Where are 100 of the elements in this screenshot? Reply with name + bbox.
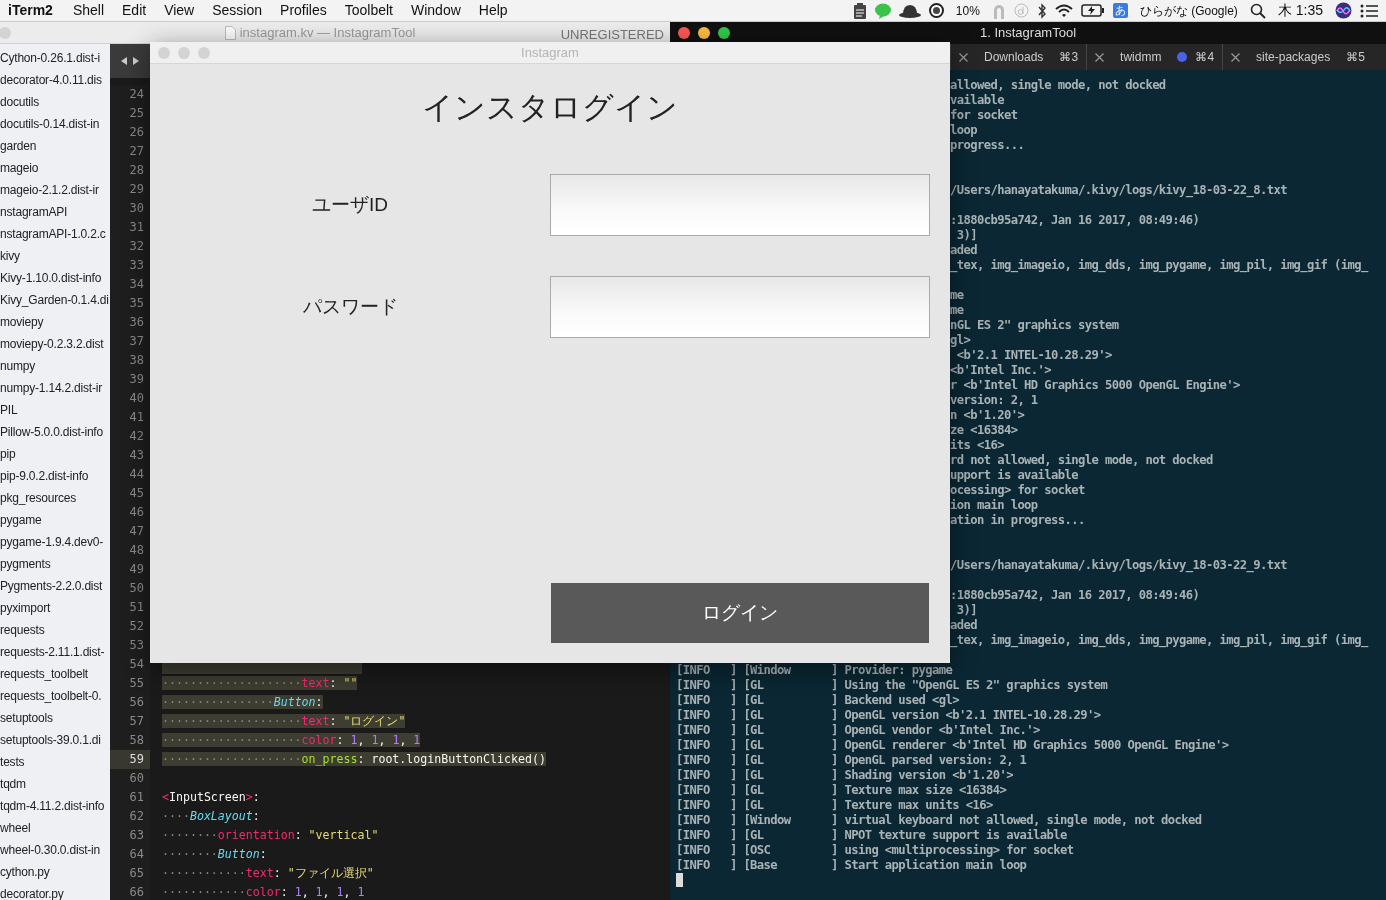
sidebar-item[interactable]: docutils-0.14.dist-in	[0, 113, 110, 135]
sidebar-item[interactable]: docutils	[0, 91, 110, 113]
menu-item[interactable]: Profiles	[271, 0, 336, 21]
sidebar-item[interactable]: setuptools	[0, 707, 110, 729]
hat-icon[interactable]	[898, 3, 921, 18]
search-icon[interactable]	[1249, 2, 1266, 19]
terminal-line: upport is available	[950, 468, 1078, 482]
close-icon[interactable]	[1095, 52, 1105, 62]
terminal-line: aded	[950, 618, 977, 632]
sidebar-item[interactable]: tqdm-4.11.2.dist-info	[0, 795, 110, 817]
sidebar-item[interactable]: requests-2.11.1.dist-	[0, 641, 110, 663]
sidebar-item[interactable]: pygame	[0, 509, 110, 531]
line-number: 56	[110, 693, 150, 712]
line-number: 62	[110, 807, 150, 826]
sidebar-item[interactable]: pip-9.0.2.dist-info	[0, 465, 110, 487]
sidebar-item[interactable]: numpy	[0, 355, 110, 377]
sidebar-item[interactable]: requests	[0, 619, 110, 641]
bluetooth-icon[interactable]	[1036, 2, 1047, 19]
gauge-icon[interactable]	[928, 3, 944, 18]
battery-icon[interactable]	[1080, 4, 1105, 17]
line-number: 49	[110, 560, 150, 579]
terminal-tab[interactable]: site-packages ⌘5	[1222, 44, 1373, 70]
line-number: 51	[110, 598, 150, 617]
terminal-line: [INFO ] [OSC ] using <multiprocessing> for socket	[676, 843, 1074, 857]
text-field[interactable]	[550, 174, 930, 236]
sidebar-item[interactable]: Kivy_Garden-0.1.4.di	[0, 289, 110, 311]
sidebar-item[interactable]: decorator.py	[0, 883, 110, 900]
terminal-tab[interactable]: twidmm ⌘4	[1086, 44, 1223, 70]
line-number: 55	[110, 674, 150, 693]
text-field[interactable]	[550, 276, 930, 338]
sidebar-item[interactable]: nstagramAPI	[0, 201, 110, 223]
text-cursor	[676, 873, 683, 887]
sidebar-item[interactable]: pygments	[0, 553, 110, 575]
sidebar-item[interactable]: pip	[0, 443, 110, 465]
close-button[interactable]	[678, 27, 690, 39]
terminal-line: [INFO ] [GL ] Shading version <b'1.20'>	[676, 768, 1013, 782]
sidebar-item[interactable]: Pillow-5.0.0.dist-info	[0, 421, 110, 443]
input-method-icon[interactable]: あ	[1112, 3, 1128, 18]
terminal-line: aded	[950, 243, 977, 257]
terminal-line: :1880cb95a742, Jan 16 2017, 08:49:46)	[950, 588, 1200, 602]
sidebar-item[interactable]: garden	[0, 135, 110, 157]
list-icon[interactable]	[1360, 3, 1378, 18]
sidebar-item[interactable]: mageio	[0, 157, 110, 179]
sidebar-item[interactable]: PIL	[0, 399, 110, 421]
sidebar-item[interactable]: tests	[0, 751, 110, 773]
login-heading: インスタログイン	[421, 89, 679, 127]
sidebar-item[interactable]: pygame-1.9.4.dev0-	[0, 531, 110, 553]
sidebar-item[interactable]: requests_toolbelt-0.	[0, 685, 110, 707]
cpu-percent: 10%	[954, 2, 981, 20]
sidebar-item[interactable]: Pygments-2.2.0.dist	[0, 575, 110, 597]
terminal-line: version: 2, 1	[950, 393, 1038, 407]
sidebar-item[interactable]: cython.py	[0, 861, 110, 883]
minimize-button[interactable]	[698, 27, 710, 39]
clipboard-icon[interactable]	[852, 2, 867, 19]
menu-item[interactable]: Window	[402, 0, 470, 21]
input-method-label[interactable]: ひらがな (Google)	[1135, 1, 1242, 20]
sidebar-item[interactable]: setuptools-39.0.1.di	[0, 729, 110, 751]
sidebar-item[interactable]: pyximport	[0, 597, 110, 619]
sidebar-item[interactable]: numpy-1.14.2.dist-ir	[0, 377, 110, 399]
menu-item[interactable]: Session	[203, 0, 272, 21]
line-number: 28	[110, 161, 150, 180]
terminal-line: [INFO ] [Window ] Provider: pygame	[676, 663, 953, 677]
menu-item[interactable]: Toolbelt	[335, 0, 402, 21]
line-number: 45	[110, 484, 150, 503]
close-icon[interactable]	[1231, 52, 1241, 62]
siri-icon[interactable]	[1335, 2, 1352, 19]
login-button[interactable]: ログイン	[551, 583, 929, 643]
app-menu[interactable]: iTerm2	[8, 0, 64, 21]
sidebar-item[interactable]: wheel	[0, 817, 110, 839]
sidebar-item[interactable]: decorator-4.0.11.dis	[0, 69, 110, 91]
sidebar-item[interactable]: moviepy	[0, 311, 110, 333]
sidebar-item[interactable]: Kivy-1.10.0.dist-info	[0, 267, 110, 289]
terminal-line: [INFO ] [GL ] OpenGL vendor <b'Intel Inc.'>	[676, 723, 1040, 737]
close-icon[interactable]	[959, 52, 968, 62]
sidebar-toggle-button[interactable]	[110, 44, 150, 78]
sidebar-item[interactable]: mageio-2.1.2.dist-ir	[0, 179, 110, 201]
menu-item[interactable]: Edit	[113, 0, 156, 21]
sidebar-item[interactable]: nstagramAPI-1.0.2.c	[0, 223, 110, 245]
sidebar-item[interactable]: requests_toolbelt	[0, 663, 110, 685]
line-number: 27	[110, 142, 150, 161]
menu-item[interactable]: View	[155, 0, 204, 21]
sidebar-item[interactable]: Cython-0.26.1.dist-i	[0, 47, 110, 69]
wifi-icon[interactable]	[1054, 3, 1073, 18]
terminal-line: 3)]	[955, 603, 977, 617]
clock[interactable]: 木 1:35	[1273, 0, 1327, 21]
menu-item[interactable]: Help	[469, 0, 517, 21]
menu-item[interactable]: Shell	[63, 0, 113, 21]
sidebar-item[interactable]: wheel-0.30.0.dist-in	[0, 839, 110, 861]
line-number: 40	[110, 389, 150, 408]
line-number: 60	[110, 769, 150, 788]
terminal-line: ze <16384>	[950, 423, 1018, 437]
sidebar-item[interactable]: pkg_resources	[0, 487, 110, 509]
field-label: パスワード	[301, 294, 399, 319]
sidebar-item[interactable]: kivy	[0, 245, 110, 267]
zoom-button[interactable]	[718, 27, 730, 39]
sidebar-item[interactable]: tqdm	[0, 773, 110, 795]
document-icon	[224, 25, 236, 40]
sidebar-item[interactable]: moviepy-0.2.3.2.dist	[0, 333, 110, 355]
line-number: 43	[110, 446, 150, 465]
terminal-line: 3)]	[955, 228, 977, 242]
